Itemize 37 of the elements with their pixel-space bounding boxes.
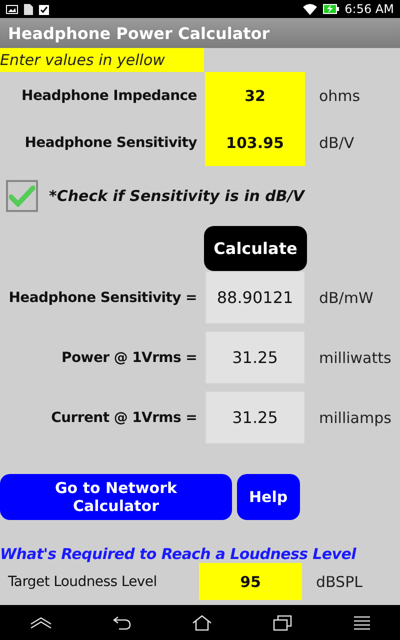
- checkbox-label: *Check if Sensitivity is in dB/V: [49, 187, 304, 205]
- unit-label: dB/mW: [319, 288, 374, 306]
- input-field[interactable]: 103.95: [205, 119, 305, 166]
- instruction-label: Enter values in yellow: [0, 48, 204, 72]
- collapse-icon[interactable]: [30, 616, 52, 628]
- network-calculator-button[interactable]: Go to Network Calculator: [0, 474, 232, 520]
- back-icon[interactable]: [113, 616, 132, 630]
- file-icon: [24, 4, 33, 14]
- checkbox[interactable]: [6, 180, 38, 212]
- battery-charging-icon: [322, 4, 339, 14]
- field-label: Target Loudness Level: [7, 574, 158, 590]
- input-field[interactable]: 32: [205, 72, 305, 119]
- menu-icon[interactable]: [354, 616, 370, 630]
- field-label: Headphone Sensitivity: [24, 134, 197, 150]
- result-label: Current @ 1Vrms =: [50, 410, 197, 426]
- result-label: Power @ 1Vrms =: [60, 350, 197, 366]
- result-field: 31.25: [205, 391, 305, 444]
- clock-time: 6:56 AM: [344, 2, 394, 16]
- help-button[interactable]: Help: [237, 474, 300, 520]
- field-label: Headphone Impedance: [20, 88, 197, 104]
- unit-label: ohms: [319, 86, 360, 104]
- home-icon[interactable]: [192, 614, 212, 630]
- calculate-button[interactable]: Calculate: [204, 226, 307, 271]
- unit-label: dB/V: [319, 134, 354, 152]
- result-field: 31.25: [205, 331, 305, 384]
- section-heading: What's Required to Reach a Loudness Level: [0, 545, 358, 563]
- app-title: Headphone Power Calculator: [8, 24, 270, 42]
- unit-label: dBSPL: [316, 572, 362, 590]
- input-field[interactable]: 95: [199, 563, 302, 600]
- result-label: Headphone Sensitivity =: [8, 290, 197, 306]
- result-field: 88.90121: [205, 271, 305, 324]
- clipboard-check-icon: [39, 4, 49, 14]
- unit-label: milliwatts: [319, 348, 392, 366]
- picture-icon: [6, 4, 18, 14]
- unit-label: milliamps: [319, 408, 392, 426]
- wifi-icon: [302, 4, 317, 14]
- recent-apps-icon[interactable]: [272, 614, 293, 630]
